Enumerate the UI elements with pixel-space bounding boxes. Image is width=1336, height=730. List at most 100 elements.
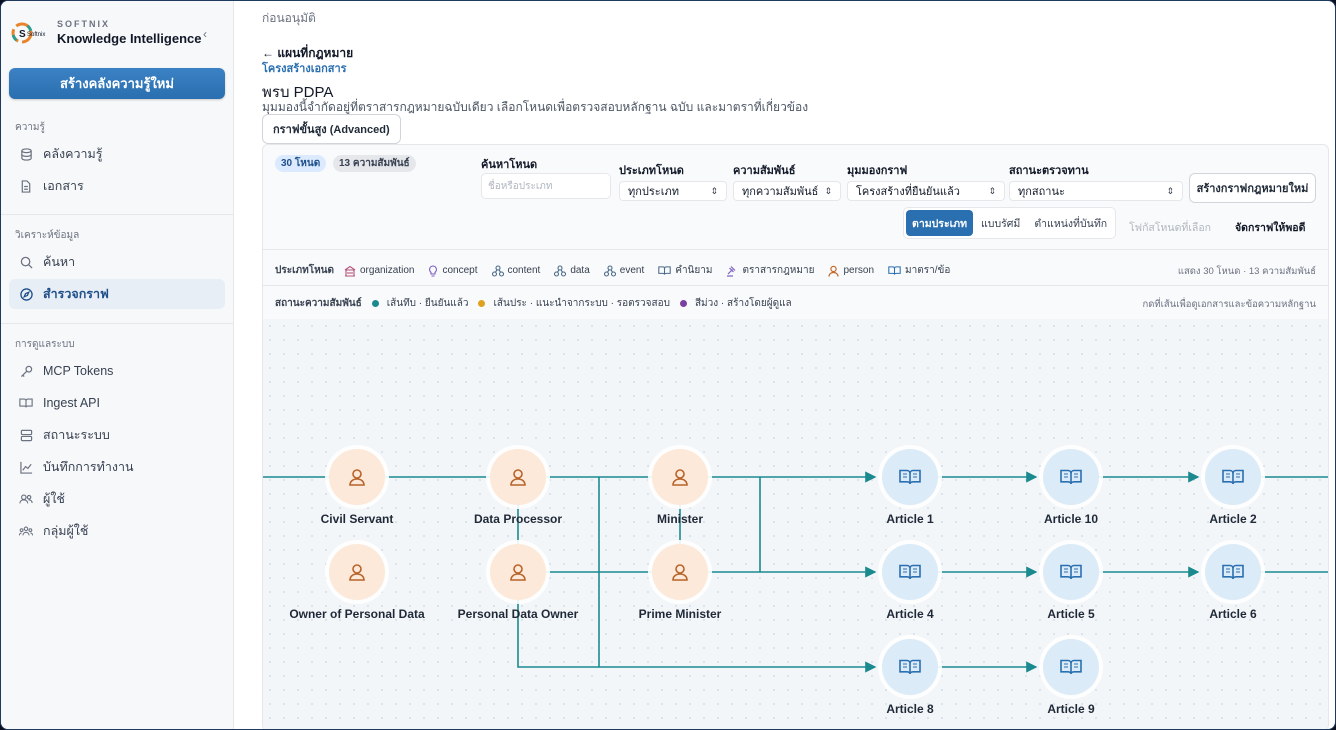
book-icon [1221,563,1245,581]
graph-node-label: Data Processor [473,512,563,526]
lightbulb-icon [428,264,438,277]
graph-node-label: Minister [656,512,703,526]
sidebar-item-label: Ingest API [43,396,100,410]
divider [263,249,1328,250]
book-icon [1059,563,1083,581]
sidebar-item-explore-graph[interactable]: สำรวจกราฟ [9,279,225,309]
layout-by-type-button[interactable]: ตามประเภท [906,210,974,236]
graph-node-owner1[interactable] [329,544,385,600]
users-icon [19,492,33,506]
graph-node-a2[interactable] [1205,449,1261,505]
compass-icon [19,287,33,301]
legend-label: organization [359,265,415,276]
layout-saved-button[interactable]: ตำแหน่งที่บันทึก [1028,210,1113,236]
book-icon [19,396,33,410]
sidebar-item-system-status[interactable]: สถานะระบบ [9,420,225,450]
breadcrumb[interactable]: โครงสร้างเอกสาร [262,59,347,77]
sidebar-item-user-groups[interactable]: กลุ่มผู้ใช้ [9,516,225,546]
graph-node-a9[interactable] [1043,639,1099,695]
gavel-icon [726,265,738,277]
sidebar: S Softnix SOFTNIX Knowledge Intelligence… [1,1,234,729]
create-legal-graph-button[interactable]: สร้างกราฟกฎหมายใหม่ [1189,173,1316,203]
focus-selected-node-button[interactable]: โฟกัสโหนดที่เลือก [1129,219,1211,236]
brand: S Softnix SOFTNIX Knowledge Intelligence [11,19,201,46]
section-label-admin: การดูแลระบบ [15,339,75,350]
relation-select[interactable]: ทุกความสัมพันธ์ ⇕ [733,181,841,201]
review-label: สถานะตรวจทาน [1009,165,1089,177]
graph-node-minister[interactable] [652,449,708,505]
graph-node-civil[interactable] [329,449,385,505]
person-icon [670,467,690,487]
search-icon [19,255,33,269]
fit-graph-button[interactable]: จัดกราฟให้พอดี [1235,219,1305,236]
legend-item-4: event [603,264,644,277]
book-icon [898,563,922,581]
node-type-label: ประเภทโหนด [619,165,684,177]
graph-node-pm[interactable] [652,544,708,600]
legend-label: concept [442,265,478,276]
softnix-logo: S Softnix [11,21,49,45]
book-icon [898,658,922,676]
user-group-icon [19,524,33,538]
sidebar-item-label: ผู้ใช้ [43,492,65,506]
graph-canvas[interactable]: Civil Servant Data Processor Minister Owner… [263,319,1328,729]
legend-title: สถานะความสัมพันธ์ [275,298,362,309]
graph-node-a5[interactable] [1043,544,1099,600]
review-select[interactable]: ทุกสถานะ ⇕ [1009,181,1183,201]
legend-item-1: concept [428,264,478,277]
sidebar-item-ingest-api[interactable]: Ingest API [9,388,225,418]
status-text: ก่อนอนุมัติ [262,11,316,25]
nodes-icon [603,264,616,277]
relation-status-legend: สถานะความสัมพันธ์ เส้นทึบ · ยืนยันแล้ว เส… [275,296,802,311]
person-icon [347,562,367,582]
status-item-0: เส้นทึบ · ยืนยันแล้ว [371,296,469,311]
status-label: เส้นทึบ · ยืนยันแล้ว [386,298,469,309]
sidebar-item-search[interactable]: ค้นหา [9,247,225,277]
layout-radial-button[interactable]: แบบรัศมี [975,210,1026,236]
select-value: ทุกประเภท [628,186,679,198]
building-icon [344,265,356,277]
graph-node-label: Owner of Personal Data [289,607,425,621]
graph-node-owner2[interactable] [490,544,546,600]
create-knowledge-base-button[interactable]: สร้างคลังความรู้ใหม่ [9,68,225,99]
chevron-left-icon[interactable]: ‹ [203,27,207,41]
sidebar-item-knowledge-base[interactable]: คลังความรู้ [9,139,225,169]
graph-node-a8[interactable] [882,639,938,695]
chevron-updown-icon: ⇕ [710,185,718,196]
sidebar-item-mcp-tokens[interactable]: MCP Tokens [9,356,225,386]
legend-label: คำนิยาม [675,265,713,276]
advanced-graph-button[interactable]: กราฟขั้นสูง (Advanced) [262,114,401,144]
divider [263,285,1328,286]
main-content: ก่อนอนุมัติ ← แผนที่กฎหมาย โครงสร้างเอกส… [234,1,1335,729]
sidebar-item-label: ค้นหา [43,255,76,269]
graph-node-a1[interactable] [882,449,938,505]
graph-node-a6[interactable] [1205,544,1261,600]
sidebar-item-label: สถานะระบบ [43,428,110,442]
sidebar-item-label: MCP Tokens [43,364,114,378]
person-icon [828,265,840,277]
node-type-select[interactable]: ทุกประเภท ⇕ [619,181,727,201]
select-value: ทุกความสัมพันธ์ [742,186,819,198]
book-icon [1221,468,1245,486]
view-select[interactable]: โครงสร้างที่ยืนยันแล้ว ⇕ [847,181,1005,201]
graph-node-a4[interactable] [882,544,938,600]
sidebar-item-activity-log[interactable]: บันทึกการทำงาน [9,452,225,482]
graph-node-label: Personal Data Owner [457,607,579,621]
divider [1,323,233,324]
graph-node-label: Article 6 [1209,607,1257,621]
sidebar-item-label: คลังความรู้ [43,147,103,161]
sidebar-item-users[interactable]: ผู้ใช้ [9,484,225,514]
book-icon [898,468,922,486]
sidebar-item-documents[interactable]: เอกสาร [9,171,225,201]
node-count-badge: 30 โหนด [275,155,327,172]
graph-node-proc[interactable] [490,449,546,505]
legend-item-5: คำนิยาม [658,263,712,278]
legend-item-0: organization [344,265,414,277]
nodes-icon [491,264,504,277]
view-label: มุมมองกราฟ [847,165,908,177]
graph-node-a10[interactable] [1043,449,1099,505]
legend-title: ประเภทโหนด [275,265,334,276]
search-input[interactable]: ชื่อหรือประเภท [481,173,611,199]
legend-item-2: content [491,264,540,277]
person-icon [670,562,690,582]
